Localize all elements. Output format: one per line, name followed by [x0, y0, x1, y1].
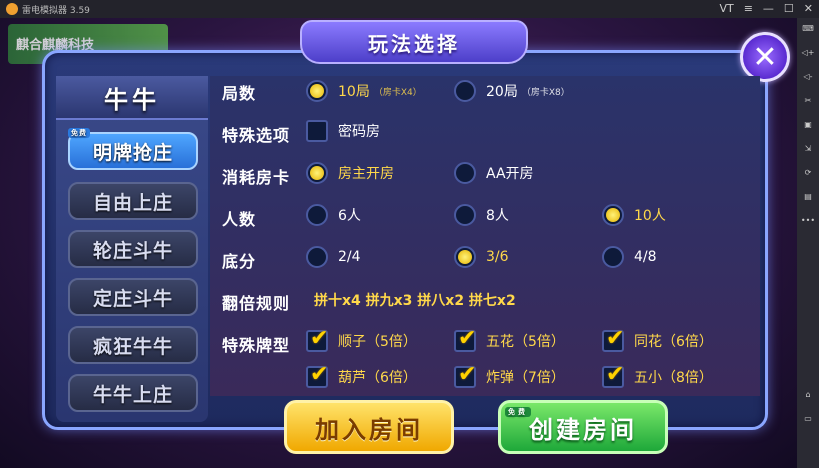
hand-wuhua-checkbox[interactable]: ✔ 五花（5倍） — [454, 326, 565, 352]
hand-tonghua-checkbox[interactable]: ✔ 同花（6倍） — [602, 326, 713, 352]
base-option-2-4[interactable]: 2/4 — [306, 246, 361, 268]
radio-selected-icon — [454, 246, 476, 268]
rounds-label: 局数 — [222, 84, 257, 103]
mode-tab-label: 自由上庄 — [92, 191, 173, 214]
emulator-window-controls: VT ≡ — ☐ ✕ — [719, 2, 813, 15]
rounds-option-20[interactable]: 20局 （房卡X8） — [454, 80, 570, 102]
mode-tab-label: 牛牛上庄 — [92, 383, 173, 406]
mode-tab-label: 定庄斗牛 — [92, 287, 173, 310]
maximize-icon[interactable]: ☐ — [784, 2, 794, 15]
checkbox-checked-icon: ✔ — [454, 362, 476, 388]
hand-hulu-checkbox[interactable]: ✔ 葫芦（6倍） — [306, 362, 417, 388]
game-name-title: 牛牛 — [56, 76, 208, 120]
mode-tab-ziyou-shangzhuang[interactable]: 自由上庄 — [68, 182, 198, 220]
more-icon[interactable]: ••• — [800, 216, 816, 236]
cost-option-aa[interactable]: AA开房 — [454, 162, 534, 184]
players-option-10[interactable]: 10人 — [602, 204, 666, 226]
radio-selected-icon — [306, 80, 328, 102]
checkbox-checked-icon: ✔ — [602, 362, 624, 388]
checkbox-checked-icon: ✔ — [602, 326, 624, 352]
rotate-icon[interactable]: ⟳ — [800, 168, 816, 188]
radio-unselected-icon — [454, 80, 476, 102]
emulator-titlebar: 雷电模拟器 3.59 VT ≡ — ☐ ✕ — [0, 0, 819, 18]
free-tag: 免费 — [68, 128, 90, 138]
checkbox-unchecked-icon — [306, 120, 328, 142]
base-option-3-6[interactable]: 3/6 — [454, 246, 509, 268]
apk-icon[interactable]: ▣ — [800, 120, 816, 140]
mode-tab-dingzhuang-douniu[interactable]: 定庄斗牛 — [68, 278, 198, 316]
radio-unselected-icon — [454, 204, 476, 226]
free-tag: 免费 — [505, 407, 531, 417]
cost-option-host[interactable]: 房主开房 — [306, 162, 394, 184]
special-hands-label: 特殊牌型 — [222, 336, 291, 355]
emulator-title: 雷电模拟器 3.59 — [22, 5, 90, 16]
close-window-icon[interactable]: ✕ — [804, 2, 813, 15]
home-icon[interactable]: ⌂ — [800, 390, 816, 410]
checkbox-checked-icon: ✔ — [306, 326, 328, 352]
checkbox-checked-icon: ✔ — [306, 362, 328, 388]
mode-tab-niuniu-shangzhuang[interactable]: 牛牛上庄 — [68, 374, 198, 412]
multiplier-rules-text: 拼十x4 拼九x3 拼八x2 拼七x2 — [314, 293, 516, 309]
keyboard-icon[interactable]: ⌨ — [800, 24, 816, 44]
create-room-button[interactable]: 免费 创建房间 — [498, 400, 668, 454]
base-option-4-8[interactable]: 4/8 — [602, 246, 657, 268]
screenshot-icon[interactable]: ✂ — [800, 96, 816, 116]
base-score-label: 底分 — [222, 252, 257, 271]
mode-tab-fengkuang-niuniu[interactable]: 疯狂牛牛 — [68, 326, 198, 364]
radio-unselected-icon — [306, 204, 328, 226]
mode-tab-label: 疯狂牛牛 — [92, 335, 173, 358]
fullscreen-icon[interactable]: ⇲ — [800, 144, 816, 164]
mode-tab-label: 明牌抢庄 — [92, 141, 173, 164]
mode-tab-label: 轮庄斗牛 — [92, 239, 173, 262]
vt-indicator: VT — [719, 2, 734, 15]
multiplier-label: 翻倍规则 — [222, 294, 291, 313]
create-room-label: 创建房间 — [529, 415, 637, 444]
join-room-button[interactable]: 加入房间 — [284, 400, 454, 454]
volume-down-icon[interactable]: ◁- — [800, 72, 816, 92]
close-button[interactable]: ✕ — [740, 32, 790, 82]
hand-zhadan-checkbox[interactable]: ✔ 炸弹（7倍） — [454, 362, 565, 388]
special-option-label: 特殊选项 — [222, 126, 291, 145]
mode-tab-mingpai-qiangzhuang[interactable]: 免费 明牌抢庄 — [68, 128, 198, 170]
checkbox-checked-icon: ✔ — [454, 326, 476, 352]
hand-shunzi-checkbox[interactable]: ✔ 顺子（5倍） — [306, 326, 417, 352]
emulator-logo-icon — [6, 3, 18, 15]
menu-icon[interactable]: ≡ — [744, 2, 753, 15]
radio-selected-icon — [602, 204, 624, 226]
radio-selected-icon — [306, 162, 328, 184]
players-option-8[interactable]: 8人 — [454, 204, 509, 226]
rounds-option-10[interactable]: 10局 （房卡X4） — [306, 80, 422, 102]
dialog-title: 玩法选择 — [300, 20, 528, 64]
recent-apps-icon[interactable]: ▭ — [800, 414, 816, 434]
radio-unselected-icon — [454, 162, 476, 184]
players-label: 人数 — [222, 210, 257, 229]
password-room-checkbox[interactable]: 密码房 — [306, 120, 380, 142]
radio-unselected-icon — [602, 246, 624, 268]
minimize-icon[interactable]: — — [763, 2, 774, 15]
hand-wuxiao-checkbox[interactable]: ✔ 五小（8倍） — [602, 362, 713, 388]
cost-label: 消耗房卡 — [222, 168, 291, 187]
mode-tab-lunzhuang-douniu[interactable]: 轮庄斗牛 — [68, 230, 198, 268]
radio-unselected-icon — [306, 246, 328, 268]
emulator-sidebar: ⌨ ◁+ ◁- ✂ ▣ ⇲ ⟳ ▤ ••• ⌂ ▭ — [797, 18, 819, 468]
multi-instance-icon[interactable]: ▤ — [800, 192, 816, 212]
volume-up-icon[interactable]: ◁+ — [800, 48, 816, 68]
players-option-6[interactable]: 6人 — [306, 204, 361, 226]
